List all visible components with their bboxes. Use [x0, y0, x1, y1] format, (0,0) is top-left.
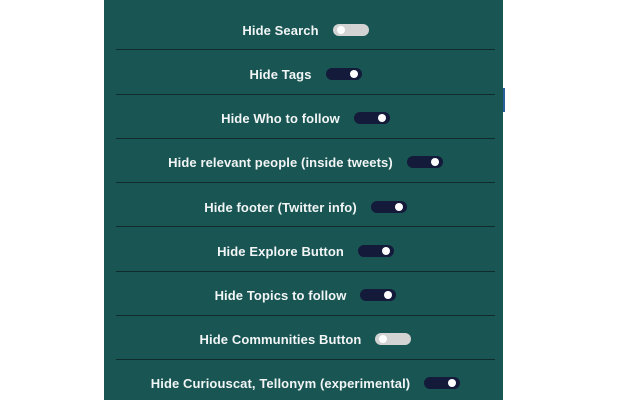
toggle-hide-communities-button[interactable]: [375, 333, 412, 345]
toggle-hide-topics-to-follow[interactable]: [360, 289, 397, 301]
setting-label-hide-search: Hide Search: [242, 22, 319, 38]
setting-label-hide-who-to-follow: Hide Who to follow: [221, 110, 340, 126]
row-divider: [116, 138, 495, 139]
toggle-knob: [430, 158, 439, 166]
row-divider: [116, 271, 495, 272]
setting-row-hide-explore-button: Hide Explore Button: [116, 229, 495, 273]
row-divider: [116, 226, 495, 227]
setting-label-hide-topics-to-follow: Hide Topics to follow: [214, 287, 347, 303]
setting-row-hide-communities-button: Hide Communities Button: [116, 317, 495, 361]
toggle-knob: [377, 114, 386, 122]
row-divider: [116, 359, 495, 360]
toggle-knob: [381, 247, 390, 255]
setting-row-hide-footer: Hide footer (Twitter info): [116, 185, 495, 229]
setting-label-hide-explore-button: Hide Explore Button: [217, 243, 344, 259]
toggle-knob: [448, 379, 457, 387]
row-divider: [116, 182, 495, 183]
setting-row-hide-who-to-follow: Hide Who to follow: [116, 96, 495, 140]
setting-row-hide-search: Hide Search: [116, 8, 495, 52]
row-divider: [116, 49, 495, 50]
setting-label-hide-footer: Hide footer (Twitter info): [204, 199, 357, 215]
setting-label-hide-relevant-people: Hide relevant people (inside tweets): [168, 154, 393, 170]
row-divider: [116, 94, 495, 95]
row-divider: [116, 315, 495, 316]
toggle-knob: [384, 291, 393, 299]
toggle-hide-curiouscat-tellonym[interactable]: [424, 377, 461, 389]
scrollbar-accent: [503, 88, 505, 112]
setting-label-hide-tags: Hide Tags: [249, 66, 312, 82]
toggle-hide-search[interactable]: [332, 24, 369, 36]
setting-row-hide-relevant-people: Hide relevant people (inside tweets): [116, 140, 495, 184]
setting-label-hide-curiouscat-tellonym: Hide Curiouscat, Tellonym (experimental): [150, 375, 411, 391]
setting-label-hide-communities-button: Hide Communities Button: [199, 331, 362, 347]
setting-row-hide-tags: Hide Tags: [116, 52, 495, 96]
toggle-hide-explore-button[interactable]: [357, 245, 394, 257]
toggle-hide-footer[interactable]: [370, 201, 407, 213]
toggle-hide-relevant-people[interactable]: [406, 156, 443, 168]
toggle-knob: [394, 203, 403, 211]
setting-row-hide-curiouscat-tellonym: Hide Curiouscat, Tellonym (experimental): [116, 361, 495, 405]
toggle-hide-tags[interactable]: [325, 68, 362, 80]
toggle-knob: [336, 26, 345, 34]
setting-row-hide-topics-to-follow: Hide Topics to follow: [116, 273, 495, 317]
toggle-knob: [349, 70, 358, 78]
settings-panel: Hide Search Hide Tags Hide Who to follow…: [104, 0, 503, 400]
toggle-hide-who-to-follow[interactable]: [353, 112, 390, 124]
toggle-knob: [379, 335, 388, 343]
